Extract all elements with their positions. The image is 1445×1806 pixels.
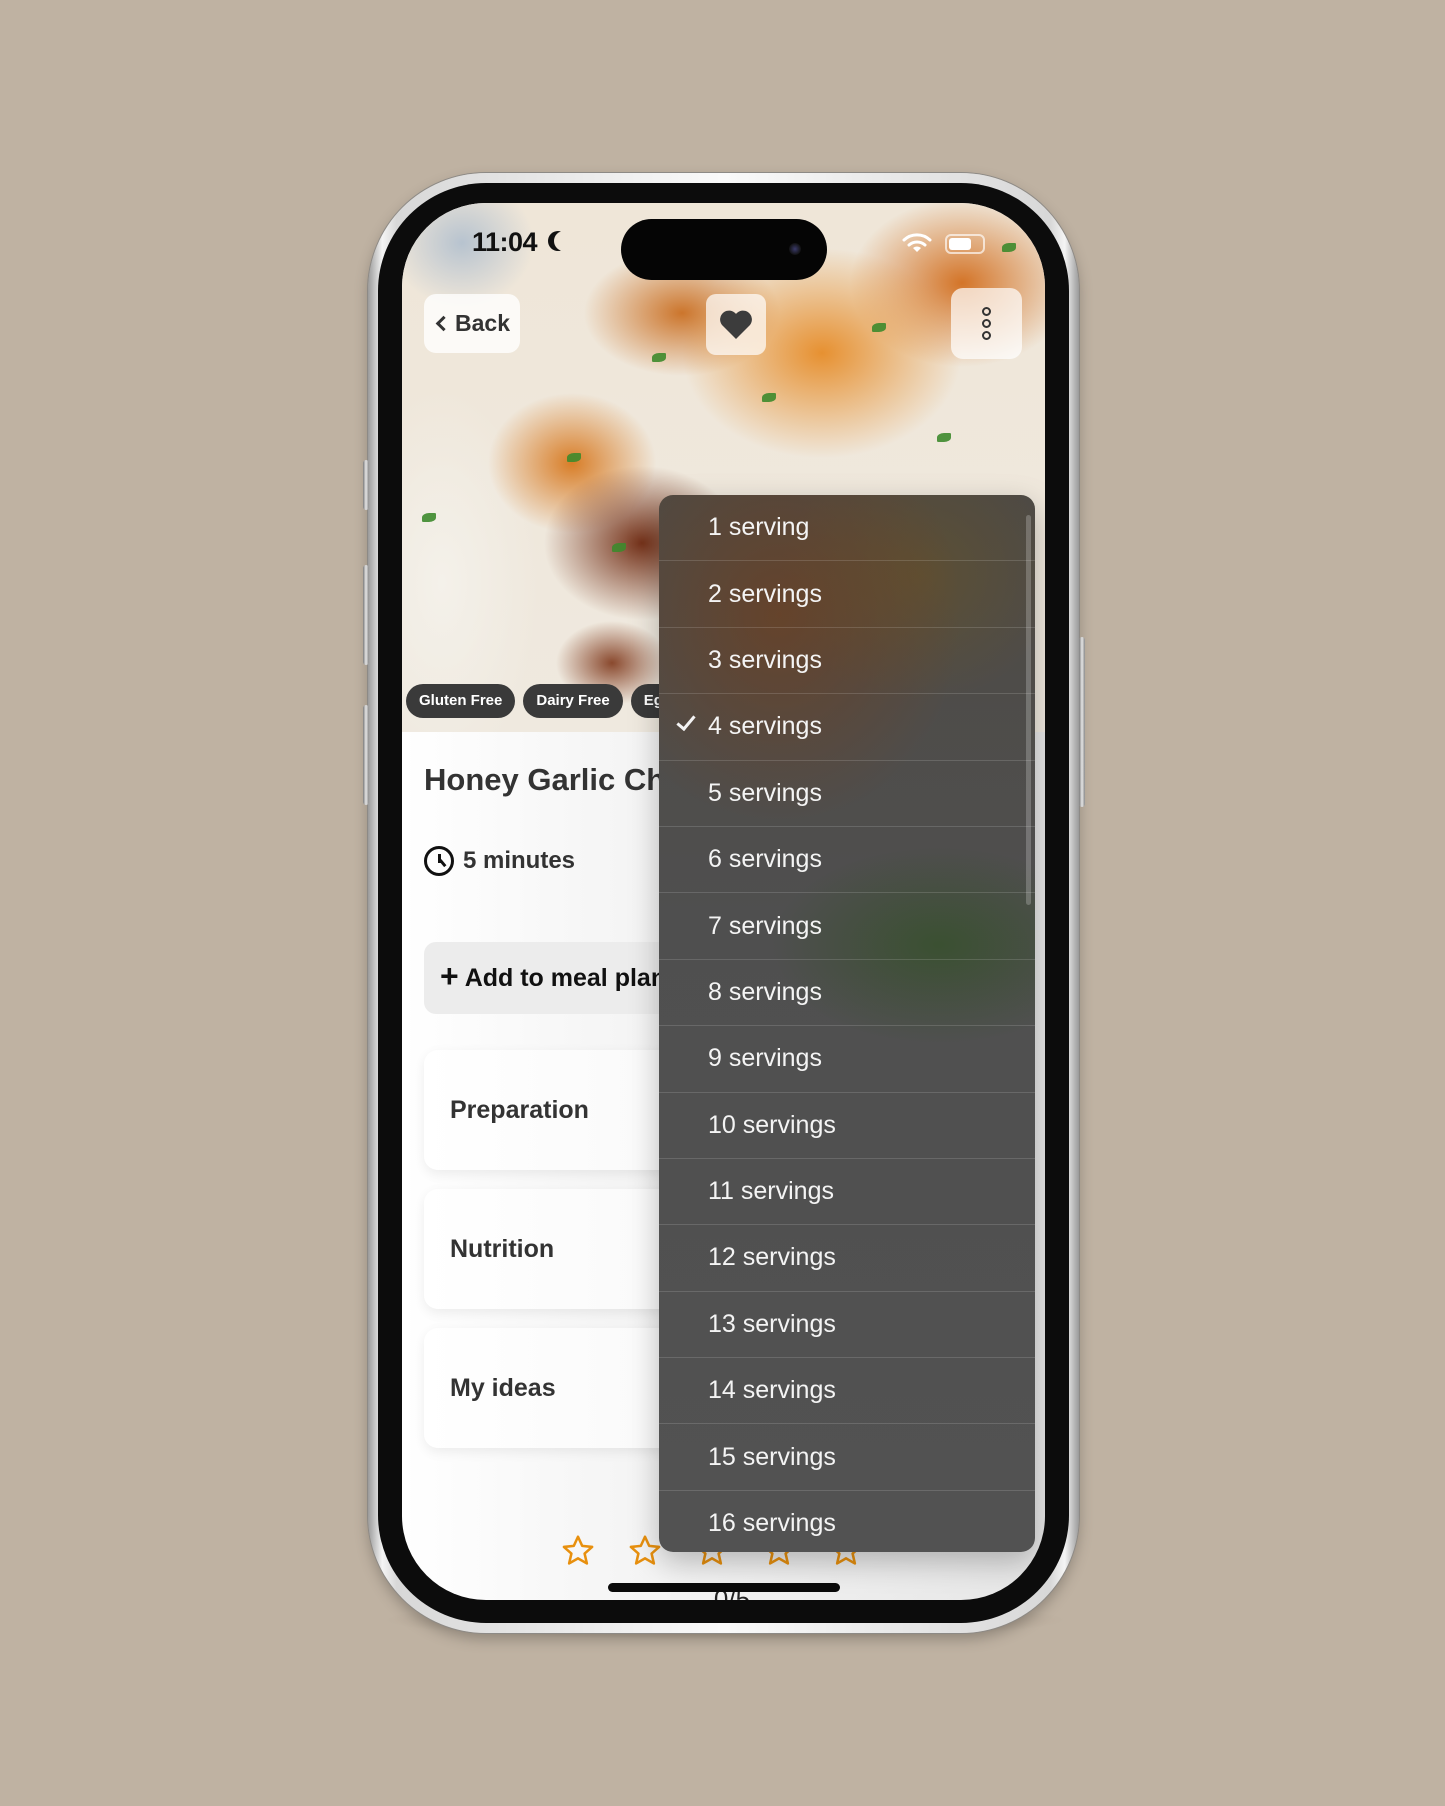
screen: 11:04 Back Gluten Free Dairy Free Egg Ho… — [402, 203, 1045, 1600]
herb-garnish — [1002, 243, 1016, 252]
herb-garnish — [422, 513, 436, 522]
menu-item-label: 6 servings — [708, 845, 822, 874]
menu-item-4-servings-selected[interactable]: 4 servings — [659, 694, 1035, 761]
menu-item-label: 2 servings — [708, 579, 822, 608]
menu-item-8-servings[interactable]: 8 servings — [659, 960, 1035, 1027]
favorite-button[interactable] — [706, 294, 766, 355]
menu-item-label: 15 servings — [708, 1442, 836, 1471]
power-button — [1079, 637, 1085, 807]
checkmark-icon — [676, 711, 696, 732]
star-icon[interactable] — [627, 1533, 663, 1569]
plus-icon: + — [440, 958, 459, 994]
more-options-button[interactable] — [951, 288, 1022, 359]
herb-garnish — [762, 393, 776, 402]
clock-icon — [424, 846, 454, 876]
chevron-left-icon — [435, 315, 452, 332]
menu-item-label: 12 servings — [708, 1243, 836, 1272]
moon-icon — [554, 231, 574, 251]
more-vertical-icon — [982, 331, 991, 340]
menu-item-label: 9 servings — [708, 1044, 822, 1073]
cook-time: 5 minutes — [424, 846, 575, 876]
back-button[interactable]: Back — [424, 294, 520, 353]
back-label: Back — [455, 310, 510, 336]
menu-scrollbar[interactable] — [1026, 515, 1031, 905]
cook-time-label: 5 minutes — [463, 847, 576, 874]
herb-garnish — [872, 323, 886, 332]
menu-item-3-servings[interactable]: 3 servings — [659, 628, 1035, 695]
menu-item-1-serving[interactable]: 1 serving — [659, 495, 1035, 562]
menu-item-9-servings[interactable]: 9 servings — [659, 1026, 1035, 1093]
menu-item-label: 4 servings — [708, 712, 822, 741]
tag-gluten-free: Gluten Free — [406, 684, 516, 718]
herb-garnish — [567, 453, 581, 462]
menu-item-label: 14 servings — [708, 1376, 836, 1405]
menu-item-label: 16 servings — [708, 1509, 836, 1538]
menu-item-label: 3 servings — [708, 645, 822, 674]
status-time: 11:04 — [472, 227, 538, 257]
menu-item-label: 7 servings — [708, 911, 822, 940]
herb-garnish — [937, 433, 951, 442]
more-vertical-icon — [982, 307, 991, 316]
menu-item-12-servings[interactable]: 12 servings — [659, 1225, 1035, 1292]
servings-dropdown-menu: 1 serving 2 servings 3 servings 4 servin… — [659, 495, 1035, 1552]
herb-garnish — [612, 543, 626, 552]
menu-item-label: 11 servings — [708, 1177, 834, 1206]
diet-tags: Gluten Free Dairy Free Egg — [406, 684, 686, 718]
dynamic-island — [621, 219, 827, 280]
menu-item-16-servings[interactable]: 16 servings — [659, 1491, 1035, 1552]
menu-item-10-servings[interactable]: 10 servings — [659, 1093, 1035, 1159]
recipe-title: Honey Garlic Ch — [424, 762, 666, 797]
battery-icon — [945, 234, 985, 254]
menu-item-14-servings[interactable]: 14 servings — [659, 1358, 1035, 1425]
battery-level — [949, 238, 971, 250]
section-label: Preparation — [450, 1095, 589, 1124]
menu-item-label: 13 servings — [708, 1309, 836, 1338]
menu-item-7-servings[interactable]: 7 servings — [659, 893, 1035, 960]
heart-icon — [720, 310, 752, 339]
menu-item-label: 5 servings — [708, 778, 822, 807]
section-label: My ideas — [450, 1373, 556, 1402]
section-label: Nutrition — [450, 1234, 555, 1263]
more-vertical-icon — [982, 319, 991, 328]
menu-item-label: 10 servings — [708, 1110, 836, 1139]
menu-item-2-servings[interactable]: 2 servings — [659, 561, 1035, 628]
menu-item-label: 1 serving — [708, 513, 810, 542]
volume-up-button — [363, 565, 369, 665]
menu-item-15-servings[interactable]: 15 servings — [659, 1424, 1035, 1491]
home-indicator[interactable] — [608, 1583, 840, 1592]
tag-dairy-free: Dairy Free — [523, 684, 623, 718]
menu-item-label: 8 servings — [708, 977, 822, 1006]
menu-item-5-servings[interactable]: 5 servings — [659, 761, 1035, 827]
menu-item-11-servings[interactable]: 11 servings — [659, 1159, 1035, 1226]
volume-down-button — [363, 705, 369, 805]
action-button — [363, 460, 369, 510]
add-to-meal-plan-label: Add to meal plan — [464, 963, 667, 992]
menu-item-13-servings[interactable]: 13 servings — [659, 1292, 1035, 1359]
camera-icon — [789, 243, 801, 255]
menu-item-6-servings[interactable]: 6 servings — [659, 827, 1035, 894]
wifi-icon — [902, 233, 932, 252]
herb-garnish — [652, 353, 666, 362]
star-icon[interactable] — [560, 1533, 596, 1569]
